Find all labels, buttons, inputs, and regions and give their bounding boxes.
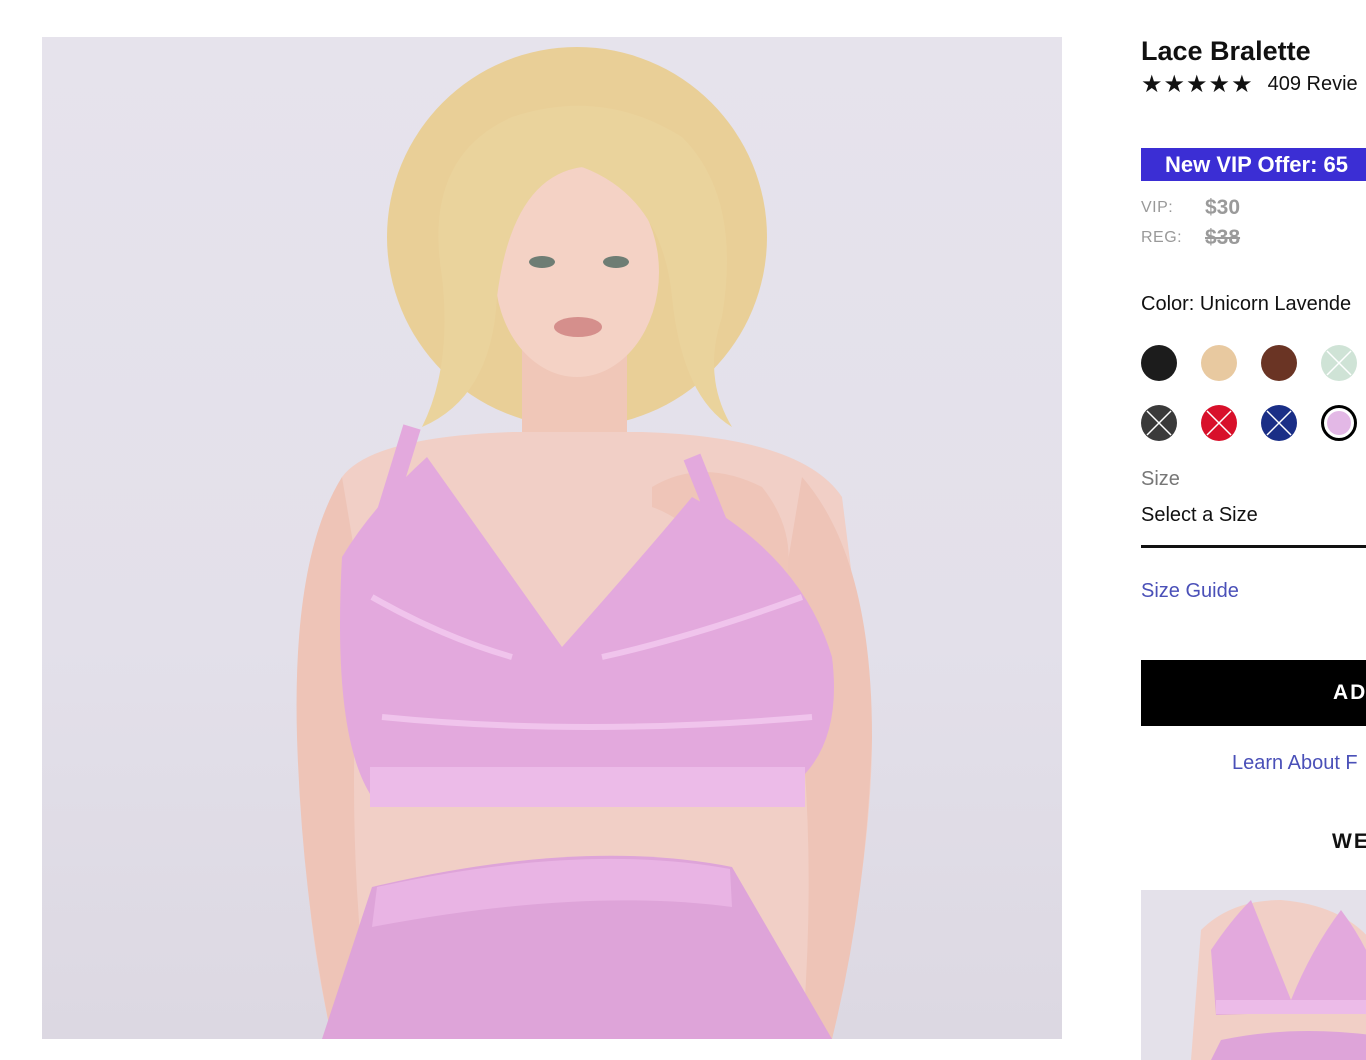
reg-price-label: REG: [1141, 229, 1183, 246]
add-to-bag-button[interactable]: AD [1141, 660, 1366, 726]
related-product-thumbnail[interactable] [1141, 890, 1366, 1060]
swatch-fill [1327, 411, 1351, 435]
model-illustration [296, 47, 872, 1039]
swatch-charcoal-unavailable[interactable] [1141, 405, 1177, 441]
vip-offer-banner[interactable]: New VIP Offer: 65 [1141, 148, 1366, 181]
wear-with-heading: WE [1332, 830, 1366, 853]
size-guide-link[interactable]: Size Guide [1141, 580, 1239, 603]
reg-price-row: REG: $38 [1141, 226, 1240, 250]
unavailable-x-icon [1206, 410, 1232, 436]
selected-color-label: Color: Unicorn Lavende [1141, 293, 1352, 315]
unavailable-x-icon [1326, 350, 1352, 376]
rating-row[interactable]: ★★★★★ 409 Revie [1141, 70, 1358, 99]
swatch-black[interactable] [1141, 345, 1177, 381]
swatch-brown[interactable] [1261, 345, 1297, 381]
swatch-mint-unavailable[interactable] [1321, 345, 1357, 381]
vip-price-label: VIP: [1141, 199, 1174, 216]
swatch-red-unavailable[interactable] [1201, 405, 1237, 441]
swatch-navy-unavailable[interactable] [1261, 405, 1297, 441]
vip-price: $30 [1205, 196, 1241, 219]
product-details-panel: Lace Bralette ★★★★★ 409 Revie New VIP Of… [1141, 0, 1366, 1060]
size-select[interactable]: Select a Size [1141, 504, 1366, 548]
size-label: Size [1141, 468, 1180, 490]
product-main-image[interactable] [42, 37, 1062, 1039]
learn-more-link[interactable]: Learn About F [1232, 752, 1358, 775]
unavailable-x-icon [1146, 410, 1172, 436]
thumbnail-illustration [1141, 890, 1366, 1060]
reviews-link[interactable]: 409 Revie [1268, 73, 1358, 96]
vip-price-row: VIP: $30 [1141, 196, 1240, 220]
unavailable-x-icon [1266, 410, 1292, 436]
star-rating-icon: ★★★★★ [1141, 71, 1254, 98]
product-title: Lace Bralette [1141, 36, 1311, 66]
swatch-nude[interactable] [1201, 345, 1237, 381]
swatch-unicorn-lavender-selected[interactable] [1321, 405, 1357, 441]
reg-price: $38 [1205, 226, 1241, 249]
